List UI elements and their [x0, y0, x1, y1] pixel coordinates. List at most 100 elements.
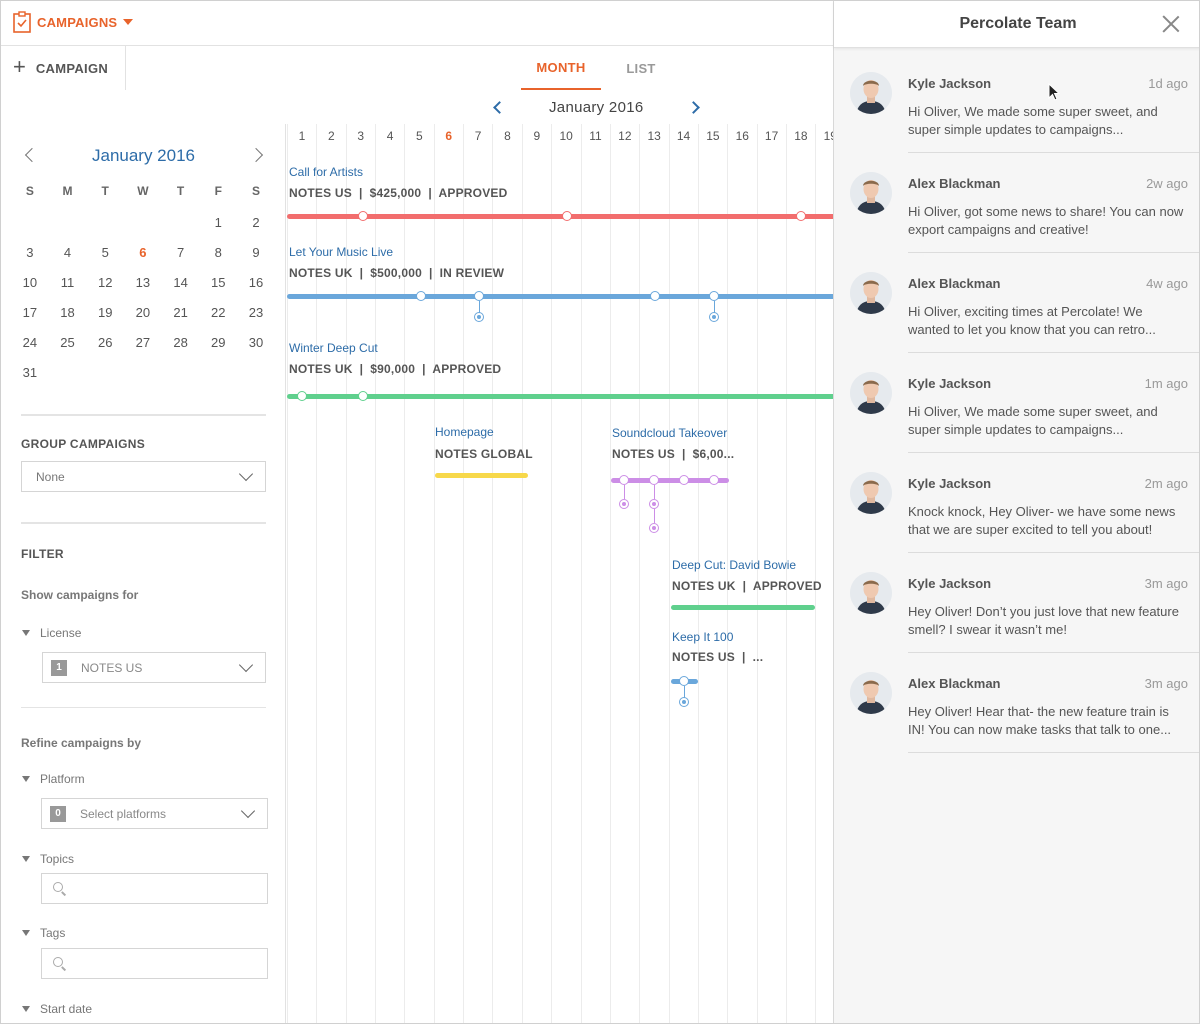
milestone-node[interactable]: [649, 475, 659, 485]
task-node[interactable]: [649, 499, 659, 509]
calendar-day[interactable]: 26: [86, 328, 124, 358]
campaign-call-for-artists[interactable]: Call for Artists: [289, 165, 363, 179]
tags-toggle[interactable]: Tags: [21, 926, 65, 940]
campaign-meta: NOTES UK | $500,000 | IN REVIEW: [289, 266, 505, 280]
day-number: 18: [794, 129, 808, 143]
message-item[interactable]: Alex Blackman 3m ago Hey Oliver! Hear that…: [834, 653, 1199, 753]
chevron-left-icon[interactable]: [493, 101, 506, 114]
milestone-node[interactable]: [358, 391, 368, 401]
triangle-down-icon: [22, 856, 30, 862]
campaign-bar[interactable]: [287, 214, 833, 219]
task-node[interactable]: [709, 312, 719, 322]
calendar-day[interactable]: 8: [199, 238, 237, 268]
message-preview: Hey Oliver! Don’t you just love that new…: [908, 604, 1179, 637]
message-item[interactable]: Alex Blackman 4w ago Hi Oliver, exciting t…: [834, 253, 1199, 353]
calendar-day[interactable]: 9: [237, 238, 275, 268]
calendar-day[interactable]: 21: [162, 298, 200, 328]
calendar-day[interactable]: 13: [124, 268, 162, 298]
milestone-node[interactable]: [416, 291, 426, 301]
calendar-day[interactable]: 12: [86, 268, 124, 298]
task-node[interactable]: [649, 523, 659, 533]
message-item[interactable]: Kyle Jackson 2m ago Knock knock, Hey Olive…: [834, 453, 1199, 553]
calendar-day[interactable]: 14: [162, 268, 200, 298]
topics-search-input[interactable]: [41, 873, 268, 904]
message-item[interactable]: Alex Blackman 2w ago Hi Oliver, got some n…: [834, 153, 1199, 253]
milestone-node[interactable]: [619, 475, 629, 485]
task-node[interactable]: [474, 312, 484, 322]
calendar-day[interactable]: 15: [199, 268, 237, 298]
milestone-node[interactable]: [474, 291, 484, 301]
message-item[interactable]: Kyle Jackson 1d ago Hi Oliver, We made som…: [834, 53, 1199, 153]
close-icon[interactable]: [1162, 15, 1180, 33]
campaign-bar[interactable]: [287, 394, 833, 399]
calendar-day[interactable]: 20: [124, 298, 162, 328]
milestone-node[interactable]: [562, 211, 572, 221]
view-bar: + CAMPAIGN MONTH LIST: [1, 46, 833, 90]
calendar-day[interactable]: 3: [11, 238, 49, 268]
tab-list[interactable]: LIST: [611, 46, 671, 90]
group-campaigns-select[interactable]: None: [21, 461, 266, 492]
milestone-node[interactable]: [679, 475, 689, 485]
calendar-day[interactable]: 17: [11, 298, 49, 328]
day-column: [609, 124, 639, 1023]
campaign-deep-cut-david-bowie[interactable]: Deep Cut: David Bowie: [672, 558, 796, 572]
tab-month[interactable]: MONTH: [521, 46, 601, 90]
campaign-soundcloud-takeover[interactable]: Soundcloud Takeover: [612, 426, 727, 440]
tags-search-input[interactable]: [41, 948, 268, 979]
milestone-node[interactable]: [679, 676, 689, 686]
calendar-day[interactable]: 24: [11, 328, 49, 358]
calendar-day[interactable]: 18: [49, 298, 87, 328]
milestone-node[interactable]: [358, 211, 368, 221]
campaign-let-your-music-live[interactable]: Let Your Music Live: [289, 245, 393, 259]
milestone-node[interactable]: [796, 211, 806, 221]
calendar-day[interactable]: 27: [124, 328, 162, 358]
calendar-day[interactable]: 28: [162, 328, 200, 358]
calendar-day[interactable]: 16: [237, 268, 275, 298]
topics-toggle[interactable]: Topics: [21, 852, 74, 866]
calendar-day[interactable]: 25: [49, 328, 87, 358]
calendar-day[interactable]: 10: [11, 268, 49, 298]
calendar-day[interactable]: 5: [86, 238, 124, 268]
campaign-winter-deep-cut[interactable]: Winter Deep Cut: [289, 341, 378, 355]
milestone-node[interactable]: [709, 475, 719, 485]
day-number: 11: [589, 129, 602, 143]
calendar-day[interactable]: 19: [86, 298, 124, 328]
campaign-bar[interactable]: [287, 294, 833, 299]
chevron-right-icon[interactable]: [687, 101, 700, 114]
campaign-meta: NOTES UK | $90,000 | APPROVED: [289, 362, 502, 376]
milestone-node[interactable]: [709, 291, 719, 301]
license-toggle[interactable]: License: [21, 626, 81, 640]
calendar-day[interactable]: 4: [49, 238, 87, 268]
calendar-day[interactable]: 1: [199, 208, 237, 238]
add-campaign-button[interactable]: + CAMPAIGN: [1, 46, 126, 90]
message-preview: Hi Oliver, got some news to share! You c…: [908, 204, 1184, 237]
calendar-day[interactable]: 2: [237, 208, 275, 238]
platform-select[interactable]: 0 Select platforms: [41, 798, 268, 829]
task-node[interactable]: [679, 697, 689, 707]
campaign-bar[interactable]: [671, 605, 815, 610]
person-avatar-icon: [850, 372, 892, 414]
calendar-day[interactable]: 11: [49, 268, 87, 298]
calendar-day[interactable]: 23: [237, 298, 275, 328]
calendar-day[interactable]: 30: [237, 328, 275, 358]
campaign-keep-it-100[interactable]: Keep It 100: [672, 630, 733, 644]
milestone-node[interactable]: [297, 391, 307, 401]
message-time: 4w ago: [1146, 276, 1188, 291]
platform-toggle[interactable]: Platform: [21, 772, 85, 786]
message-item[interactable]: Kyle Jackson 3m ago Hey Oliver! Don’t you …: [834, 553, 1199, 653]
license-select[interactable]: 1 NOTES US: [42, 652, 266, 683]
start-date-toggle[interactable]: Start date: [21, 1002, 92, 1016]
task-node[interactable]: [619, 499, 629, 509]
calendar-day-today[interactable]: 6: [124, 238, 162, 268]
calendar-day[interactable]: 22: [199, 298, 237, 328]
calendar-day[interactable]: 7: [162, 238, 200, 268]
milestone-node[interactable]: [650, 291, 660, 301]
campaign-bar[interactable]: [435, 473, 528, 478]
avatar: [850, 72, 892, 114]
campaigns-menu[interactable]: CAMPAIGNS: [13, 11, 134, 33]
campaign-meta: NOTES GLOBAL: [435, 447, 533, 461]
campaign-homepage[interactable]: Homepage: [435, 425, 494, 439]
calendar-day[interactable]: 29: [199, 328, 237, 358]
message-item[interactable]: Kyle Jackson 1m ago Hi Oliver, We made som…: [834, 353, 1199, 453]
calendar-day[interactable]: 31: [11, 358, 49, 388]
